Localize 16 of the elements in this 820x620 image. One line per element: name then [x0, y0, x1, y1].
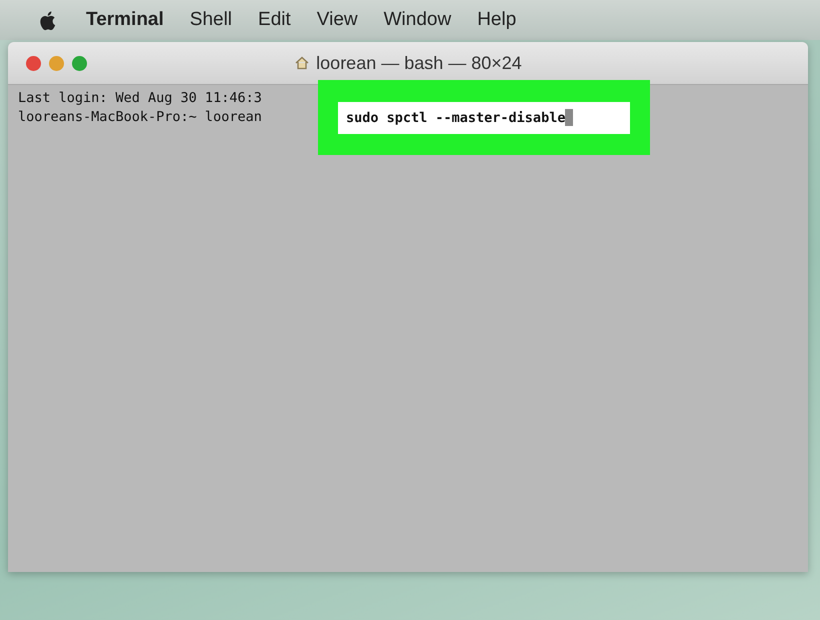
command-text: sudo spctl --master-disable: [346, 110, 566, 126]
menu-item[interactable]: Window: [384, 9, 452, 31]
menu-item[interactable]: Terminal: [86, 9, 164, 31]
menu-item[interactable]: Edit: [258, 9, 291, 31]
minimize-button[interactable]: [49, 56, 64, 70]
text-cursor: [565, 109, 574, 126]
menu-item[interactable]: View: [316, 9, 358, 31]
menu-item[interactable]: Help: [477, 9, 516, 31]
apple-logo-icon[interactable]: [38, 10, 56, 30]
close-button[interactable]: [26, 56, 41, 70]
terminal-line: Last login: Wed Aug 30 11:46:3: [18, 89, 262, 108]
window-title: loorean — bash — 80×24: [316, 52, 522, 74]
zoom-button[interactable]: [72, 56, 87, 70]
house-icon: [294, 55, 310, 71]
menu-item[interactable]: Shell: [190, 9, 232, 31]
terminal-line: looreans-MacBook-Pro:~ loorean: [18, 108, 262, 127]
